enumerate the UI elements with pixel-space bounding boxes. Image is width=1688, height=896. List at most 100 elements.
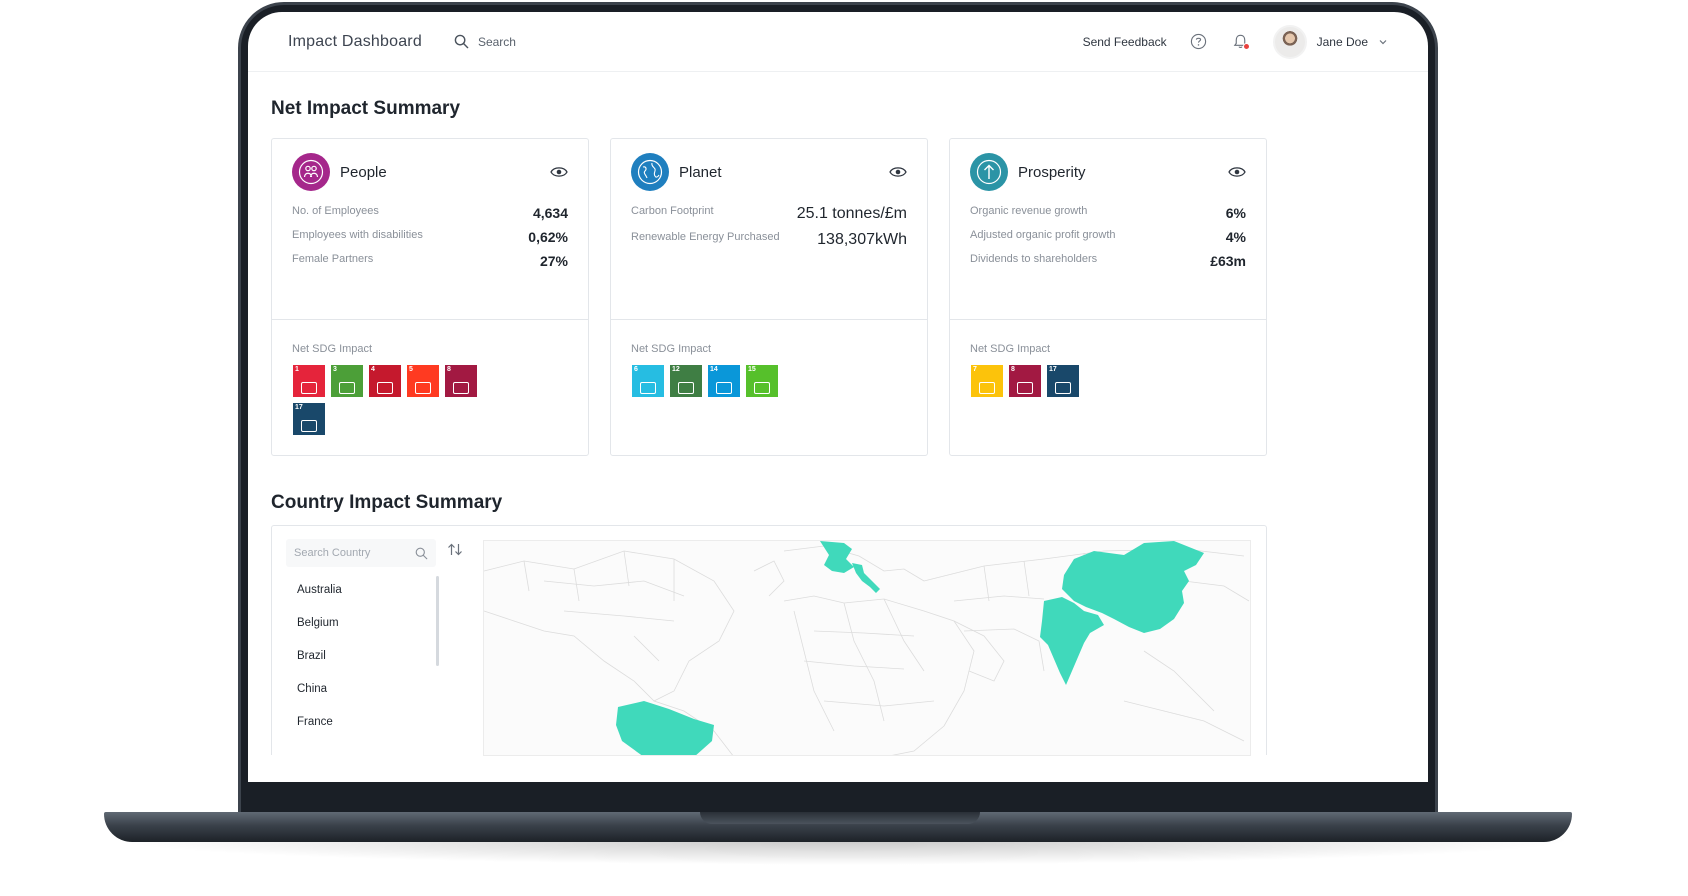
help-button[interactable] — [1189, 32, 1209, 52]
net-impact-title: Net Impact Summary — [271, 98, 461, 119]
sort-arrows-icon — [448, 543, 462, 556]
country-impact-panel: Search Country Australia Belgium Brazil … — [271, 525, 1267, 756]
water-icon — [640, 382, 656, 394]
sdg-grid: 7 8 17 — [971, 365, 1171, 397]
country-item[interactable]: Brazil — [297, 647, 437, 680]
sdg-number: 7 — [973, 366, 977, 373]
country-list: Australia Belgium Brazil China France — [297, 581, 437, 746]
sdg-number: 3 — [333, 366, 337, 373]
search-icon — [454, 34, 469, 49]
metric-value: 6% — [1225, 205, 1246, 221]
card-header: People — [292, 153, 568, 191]
metric-row: Organic revenue growth 6% — [970, 205, 1246, 221]
sdg-label: Net SDG Impact — [292, 343, 373, 355]
divider — [611, 319, 927, 320]
chevron-down-icon — [1379, 39, 1387, 44]
user-name: Jane Doe — [1316, 34, 1368, 49]
sdg-number: 8 — [447, 366, 451, 373]
country-item[interactable]: China — [297, 680, 437, 713]
search-icon — [415, 547, 428, 559]
metric-row: Carbon Footprint 25.1 tonnes/£m — [631, 205, 907, 223]
send-feedback-link[interactable]: Send Feedback — [1083, 35, 1167, 49]
sdg-tile: 4 — [369, 365, 401, 397]
sdg-tile: 15 — [746, 365, 778, 397]
metric-label: Renewable Energy Purchased — [631, 231, 780, 243]
metric-row: Dividends to shareholders £63m — [970, 253, 1246, 269]
metric-value: £63m — [1210, 253, 1246, 269]
sdg-tile: 14 — [708, 365, 740, 397]
country-search-input[interactable]: Search Country — [286, 539, 436, 567]
card-header: Prosperity — [970, 153, 1246, 191]
book-icon — [377, 382, 393, 394]
toggle-visibility-button[interactable] — [1228, 166, 1246, 178]
sun-icon — [979, 382, 995, 394]
card-title: Prosperity — [1018, 163, 1086, 181]
world-map-svg — [484, 541, 1250, 755]
sdg-tile: 3 — [331, 365, 363, 397]
country-list-scrollbar[interactable] — [436, 576, 439, 666]
eye-icon — [889, 167, 907, 177]
search-box[interactable]: Search — [454, 34, 516, 49]
country-search-placeholder: Search Country — [294, 547, 371, 559]
metric-row: No. of Employees 4,634 — [292, 205, 568, 221]
sdg-number: 17 — [1049, 366, 1057, 373]
sdg-number: 1 — [295, 366, 299, 373]
metric-value: 27% — [539, 253, 568, 269]
notifications-button[interactable] — [1231, 32, 1251, 52]
sdg-grid: 6 12 14 15 — [632, 365, 832, 397]
eye-icon — [550, 167, 568, 177]
sdg-number: 12 — [672, 366, 680, 373]
country-item[interactable]: France — [297, 713, 437, 746]
highlighted-countries — [616, 541, 1204, 755]
partnership-icon — [1055, 382, 1071, 394]
sort-button[interactable] — [447, 543, 463, 561]
sdg-tile: 7 — [971, 365, 1003, 397]
metric-label: Adjusted organic profit growth — [970, 229, 1116, 241]
metric-row: Employees with disabilities 0,62% — [292, 229, 568, 245]
country-item[interactable]: Belgium — [297, 614, 437, 647]
impact-card-planet: Planet Carbon Footprint 25.1 tonnes/£m R… — [610, 138, 928, 456]
notification-badge — [1242, 42, 1250, 50]
fish-icon — [716, 382, 732, 394]
globe-icon — [631, 153, 669, 191]
sdg-tile: 8 — [445, 365, 477, 397]
heartbeat-icon — [339, 382, 355, 394]
avatar — [1272, 24, 1307, 59]
metric-label: No. of Employees — [292, 205, 379, 217]
metric-row: Adjusted organic profit growth 4% — [970, 229, 1246, 245]
sdg-tile: 6 — [632, 365, 664, 397]
sdg-number: 4 — [371, 366, 375, 373]
sdg-tile: 12 — [670, 365, 702, 397]
card-header: Planet — [631, 153, 907, 191]
metric-value: 4,634 — [532, 205, 568, 221]
infinity-eye-icon — [678, 382, 694, 394]
card-title: People — [340, 163, 387, 181]
sdg-label: Net SDG Impact — [631, 343, 712, 355]
toggle-visibility-button[interactable] — [550, 166, 568, 178]
metric-row: Female Partners 27% — [292, 253, 568, 269]
country-item[interactable]: Australia — [297, 581, 437, 614]
growth-chart-icon — [453, 382, 469, 394]
laptop-hinge-notch — [700, 812, 980, 824]
metric-label: Dividends to shareholders — [970, 253, 1098, 265]
sdg-tile: 5 — [407, 365, 439, 397]
sdg-grid: 1 3 4 5 8 17 — [293, 365, 493, 435]
sdg-number: 6 — [634, 366, 638, 373]
world-map[interactable] — [483, 540, 1251, 756]
toggle-visibility-button[interactable] — [889, 166, 907, 178]
user-menu[interactable]: Jane Doe — [1272, 24, 1388, 59]
sdg-tile: 8 — [1009, 365, 1041, 397]
impact-card-prosperity: Prosperity Organic revenue growth 6% Adj… — [949, 138, 1267, 456]
sdg-number: 8 — [1011, 366, 1015, 373]
metric-value: 4% — [1225, 229, 1246, 245]
metric-value: 25.1 tonnes/£m — [796, 205, 907, 222]
sdg-tile: 17 — [1047, 365, 1079, 397]
metric-label: Carbon Footprint — [631, 205, 714, 217]
people-icon — [301, 382, 317, 394]
sdg-number: 15 — [748, 366, 756, 373]
sdg-number: 5 — [409, 366, 413, 373]
tree-icon — [754, 382, 770, 394]
impact-card-people: People No. of Employees 4,634 Employees … — [271, 138, 589, 456]
eye-icon — [1228, 167, 1246, 177]
app-screen: Impact Dashboard Search Send Feedback Ja… — [248, 12, 1428, 782]
